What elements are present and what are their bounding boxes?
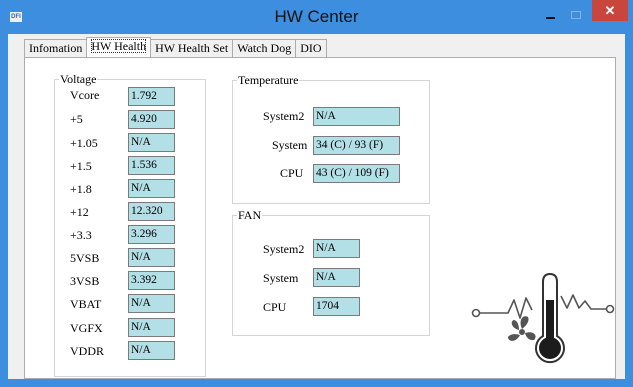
tab-label: HW Health Set xyxy=(155,41,229,55)
voltage-label-12v: +12 xyxy=(70,205,89,219)
minimize-icon xyxy=(545,16,555,19)
maximize-button[interactable] xyxy=(563,0,589,29)
tab-hw-health[interactable]: HW Health xyxy=(86,37,152,57)
thermometer-fan-icon xyxy=(471,272,615,364)
voltage-label-5vsb: 5VSB xyxy=(70,251,100,265)
voltage-legend: Voltage xyxy=(59,72,98,87)
temperature-value-system: 34 (C) / 93 (F) xyxy=(313,136,400,155)
voltage-label-vddr: VDDR xyxy=(70,344,105,358)
voltage-value-vcore: 1.792 xyxy=(128,87,175,106)
temperature-group: Temperature System2 N/A System 34 (C) / … xyxy=(232,73,430,204)
tab-watch-dog[interactable]: Watch Dog xyxy=(232,39,297,57)
tab-label: Infomation xyxy=(29,41,83,55)
voltage-value-vbat: N/A xyxy=(128,294,175,313)
fan-label-cpu: CPU xyxy=(263,300,287,314)
tab-strip: Infomation HW Health HW Health Set Watch… xyxy=(24,37,327,58)
voltage-value-1-8v: N/A xyxy=(128,179,175,198)
voltage-label-1-5v: +1.5 xyxy=(70,159,92,173)
tab-label: Watch Dog xyxy=(237,41,292,55)
voltage-group: Voltage Vcore 1.792 +5 4.920 +1.05 N/A +… xyxy=(54,72,206,377)
tab-label: HW Health xyxy=(91,39,147,53)
voltage-value-1-05v: N/A xyxy=(128,133,175,152)
tab-hw-health-set[interactable]: HW Health Set xyxy=(150,39,234,57)
voltage-label-5v: +5 xyxy=(70,112,83,126)
temperature-value-cpu: 43 (C) / 109 (F) xyxy=(313,164,400,183)
voltage-label-3vsb: 3VSB xyxy=(70,274,100,288)
close-button[interactable]: ✕ xyxy=(592,0,628,21)
voltage-value-5v: 4.920 xyxy=(128,110,175,129)
temperature-legend: Temperature xyxy=(237,73,300,88)
voltage-label-vgfx: VGFX xyxy=(70,321,103,335)
fan-value-cpu: 1704 xyxy=(313,297,360,316)
voltage-value-1-5v: 1.536 xyxy=(128,156,175,175)
voltage-value-12v: 12.320 xyxy=(128,202,175,221)
minimize-button[interactable] xyxy=(537,0,563,29)
voltage-label-vcore: Vcore xyxy=(70,88,100,102)
voltage-label-1-8v: +1.8 xyxy=(70,182,92,196)
voltage-value-3-3v: 3.296 xyxy=(128,225,175,244)
voltage-value-3vsb: 3.392 xyxy=(128,271,175,290)
tab-infomation[interactable]: Infomation xyxy=(24,39,88,57)
hw-center-window: DFI HW Center ✕ Infomation HW Health HW … xyxy=(0,0,633,387)
tab-dio[interactable]: DIO xyxy=(295,39,327,57)
close-icon: ✕ xyxy=(604,2,616,18)
voltage-label-vbat: VBAT xyxy=(70,297,102,311)
voltage-label-3-3v: +3.3 xyxy=(70,228,92,242)
temperature-label-system: System xyxy=(272,138,308,152)
title-bar[interactable]: DFI HW Center ✕ xyxy=(0,0,633,34)
tab-label: DIO xyxy=(300,41,322,55)
voltage-label-1-05v: +1.05 xyxy=(70,136,98,150)
temperature-label-cpu: CPU xyxy=(280,166,304,180)
fan-value-system2: N/A xyxy=(313,239,360,258)
temperature-label-system2: System2 xyxy=(263,109,305,123)
voltage-value-5vsb: N/A xyxy=(128,248,175,267)
voltage-value-vgfx: N/A xyxy=(128,318,175,337)
fan-legend: FAN xyxy=(237,208,263,223)
fan-value-system: N/A xyxy=(313,268,360,287)
maximize-icon xyxy=(571,10,581,19)
temperature-value-system2: N/A xyxy=(313,107,400,126)
fan-label-system: System xyxy=(263,271,299,285)
fan-group: FAN System2 N/A System N/A CPU 1704 xyxy=(232,208,430,336)
fan-label-system2: System2 xyxy=(263,242,305,256)
voltage-value-vddr: N/A xyxy=(128,341,175,360)
